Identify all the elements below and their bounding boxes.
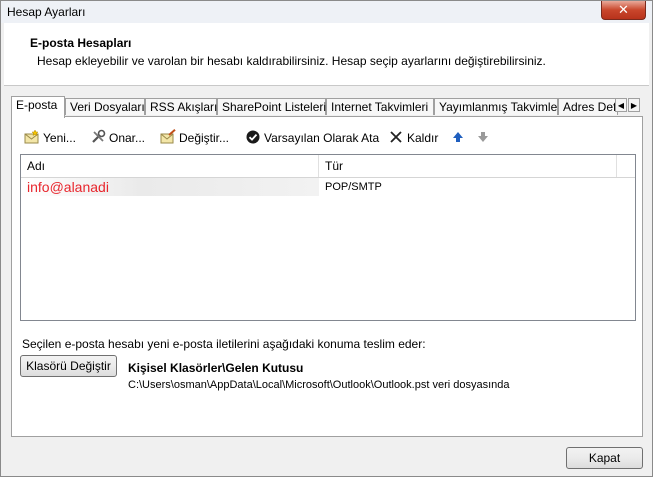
change-button[interactable]: Değiştir... (160, 129, 229, 147)
title-bar[interactable]: Hesap Ayarları ✕ (1, 1, 652, 23)
tab-data-files[interactable]: Veri Dosyaları (65, 98, 145, 115)
remove-x-icon (390, 131, 402, 143)
column-header-type[interactable]: Tür (319, 155, 617, 177)
email-tab-panel: Yeni... Onar... Değiştir... Varsayılan O… (11, 116, 643, 437)
delivery-folder: Kişisel Klasörler\Gelen Kutusu (128, 361, 304, 375)
tab-address-books[interactable]: Adres Def (558, 98, 618, 115)
tab-published-calendars[interactable]: Yayımlanmış Takvimler (434, 98, 561, 115)
remove-button[interactable]: Kaldır (388, 129, 438, 147)
tab-strip: E-posta Veri Dosyaları RSS Akışları Shar… (11, 96, 643, 118)
tab-scroll-right-icon[interactable]: ▶ (628, 98, 640, 112)
move-down-button[interactable] (475, 129, 494, 147)
table-row[interactable]: info@alanadi POP/SMTP (21, 178, 635, 196)
set-default-label: Varsayılan Olarak Ata (264, 131, 380, 145)
change-folder-button[interactable]: Klasörü Değiştir (20, 355, 117, 377)
tools-icon (92, 129, 106, 143)
move-up-button[interactable] (450, 129, 469, 147)
accounts-list[interactable]: Adı Tür info@alanadi POP/SMTP (20, 154, 636, 321)
repair-label: Onar... (109, 131, 146, 145)
window-title: Hesap Ayarları (7, 5, 86, 19)
account-type-cell: POP/SMTP (325, 181, 382, 193)
column-header-name[interactable]: Adı (21, 155, 319, 177)
change-mail-icon (160, 129, 176, 144)
tab-scroll-left-icon[interactable]: ◀ (615, 98, 627, 112)
tab-rss-feeds[interactable]: RSS Akışları (145, 98, 217, 115)
new-label: Yeni... (43, 131, 76, 145)
arrow-up-icon (453, 132, 463, 142)
tab-email[interactable]: E-posta (11, 96, 65, 118)
account-name-cell: info@alanadi (21, 178, 319, 196)
account-toolbar: Yeni... Onar... Değiştir... Varsayılan O… (24, 127, 624, 149)
header-title: E-posta Hesapları (30, 36, 132, 50)
window-close-button[interactable]: ✕ (601, 1, 646, 20)
repair-button[interactable]: Onar... (90, 129, 145, 147)
change-label: Değiştir... (179, 131, 230, 145)
arrow-down-icon (478, 132, 488, 142)
header-description: Hesap ekleyebilir ve varolan bir hesabı … (37, 54, 546, 68)
delivery-data-file: C:\Users\osman\AppData\Local\Microsoft\O… (128, 379, 510, 391)
remove-label: Kaldır (407, 131, 439, 145)
tab-internet-calendars[interactable]: Internet Takvimleri (326, 98, 434, 115)
new-mail-icon (24, 129, 39, 144)
accounts-list-header: Adı Tür (21, 155, 635, 178)
check-circle-icon (246, 130, 260, 144)
close-dialog-button[interactable]: Kapat (566, 447, 643, 469)
delivery-description: Seçilen e-posta hesabı yeni e-posta ilet… (22, 337, 426, 351)
tab-sharepoint-lists[interactable]: SharePoint Listeleri (217, 98, 326, 115)
dialog-header: E-posta Hesapları Hesap ekleyebilir ve v… (4, 23, 649, 86)
new-account-button[interactable]: Yeni... (24, 129, 76, 147)
set-default-button[interactable]: Varsayılan Olarak Ata (245, 129, 379, 147)
account-settings-window: Hesap Ayarları ✕ E-posta Hesapları Hesap… (0, 0, 653, 477)
